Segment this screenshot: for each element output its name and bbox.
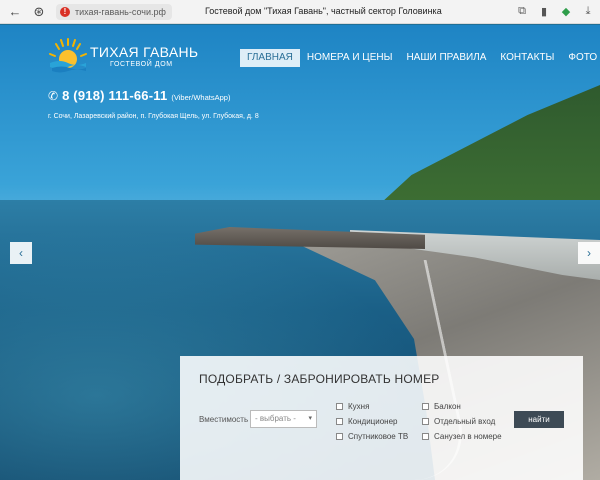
option-kitchen[interactable]: Кухня xyxy=(336,400,422,412)
nav-home[interactable]: ГЛАВНАЯ xyxy=(240,49,300,67)
phone-number[interactable]: 8 (918) 111-66-11 xyxy=(62,88,167,103)
option-label: Кухня xyxy=(348,401,370,411)
main-nav: ГЛАВНАЯ НОМЕРА И ЦЕНЫ НАШИ ПРАВИЛА КОНТА… xyxy=(240,49,600,67)
option-label: Санузел в номере xyxy=(434,431,502,441)
hero-slider: ТИХАЯ ГАВАНЬ ГОСТЕВОЙ ДОМ ГЛАВНАЯ НОМЕРА… xyxy=(0,25,600,480)
browser-toolbar: ← ⊛ ! тихая-гавань-сочи.рф Гостевой дом … xyxy=(0,0,600,24)
phone-block: ✆ 8 (918) 111-66-11 (Viber/WhatsApp) xyxy=(48,88,230,103)
option-label: Спутниковое ТВ xyxy=(348,431,409,441)
chevron-left-icon: ‹ xyxy=(19,246,23,260)
capacity-value: - выбрать - xyxy=(255,414,296,423)
checkbox[interactable] xyxy=(336,417,343,425)
back-icon[interactable]: ← xyxy=(6,3,24,21)
slider-prev-button[interactable]: ‹ xyxy=(10,242,32,264)
checkbox[interactable] xyxy=(422,432,429,440)
url-text: тихая-гавань-сочи.рф xyxy=(75,6,166,17)
page-title: Гостевой дом "Тихая Гавань", частный сек… xyxy=(205,6,442,16)
capacity-select[interactable]: - выбрать - ▾ xyxy=(250,410,317,428)
download-icon[interactable]: ⤓ xyxy=(580,3,596,19)
sun-logo-icon xyxy=(49,38,87,73)
site-info-icon[interactable]: ⊛ xyxy=(30,3,48,21)
address-bar[interactable]: ! тихая-гавань-сочи.рф xyxy=(56,3,172,20)
extension-icon[interactable]: ◆ xyxy=(558,3,574,19)
checkbox[interactable] xyxy=(422,402,429,410)
chevron-down-icon: ▾ xyxy=(308,415,312,422)
booking-panel: ПОДОБРАТЬ / ЗАБРОНИРОВАТЬ НОМЕР Вместимо… xyxy=(180,356,583,480)
chevron-right-icon: › xyxy=(587,246,591,260)
checkbox[interactable] xyxy=(336,402,343,410)
option-private-bathroom[interactable]: Санузел в номере xyxy=(422,430,512,442)
site-logo[interactable]: ТИХАЯ ГАВАНЬ ГОСТЕВОЙ ДОМ xyxy=(48,37,198,77)
option-satellite-tv[interactable]: Спутниковое ТВ xyxy=(336,430,422,442)
translate-icon[interactable]: ⧉ xyxy=(514,3,530,19)
option-label: Балкон xyxy=(434,401,461,411)
nav-photo[interactable]: ФОТО xyxy=(561,49,600,67)
nav-rooms-prices[interactable]: НОМЕРА И ЦЕНЫ xyxy=(300,49,400,67)
checkbox[interactable] xyxy=(336,432,343,440)
nav-contacts[interactable]: КОНТАКТЫ xyxy=(493,49,561,67)
option-separate-entrance[interactable]: Отдельный вход xyxy=(422,415,512,427)
find-button[interactable]: найти xyxy=(514,411,564,428)
amenity-options: Кухня Балкон Кондиционер Отдельный вход … xyxy=(336,400,512,442)
option-balcony[interactable]: Балкон xyxy=(422,400,512,412)
capacity-label: Вместимость xyxy=(199,415,249,424)
option-label: Кондиционер xyxy=(348,416,398,426)
slider-next-button[interactable]: › xyxy=(578,242,600,264)
logo-title: ТИХАЯ ГАВАНЬ xyxy=(90,44,199,60)
logo-subtitle: ГОСТЕВОЙ ДОМ xyxy=(110,61,173,68)
phone-note: (Viber/WhatsApp) xyxy=(171,93,231,102)
warning-icon: ! xyxy=(60,6,70,17)
booking-title: ПОДОБРАТЬ / ЗАБРОНИРОВАТЬ НОМЕР xyxy=(199,372,440,386)
option-air-conditioner[interactable]: Кондиционер xyxy=(336,415,422,427)
nav-rules[interactable]: НАШИ ПРАВИЛА xyxy=(399,49,493,67)
bookmark-icon[interactable]: ▮ xyxy=(536,3,552,19)
checkbox[interactable] xyxy=(422,417,429,425)
option-label: Отдельный вход xyxy=(434,416,496,426)
phone-icon: ✆ xyxy=(48,89,59,103)
browser-actions: ⧉ ▮ ◆ ⤓ xyxy=(514,3,596,19)
address: г. Сочи, Лазаревский район, п. Глубокая … xyxy=(48,113,259,120)
